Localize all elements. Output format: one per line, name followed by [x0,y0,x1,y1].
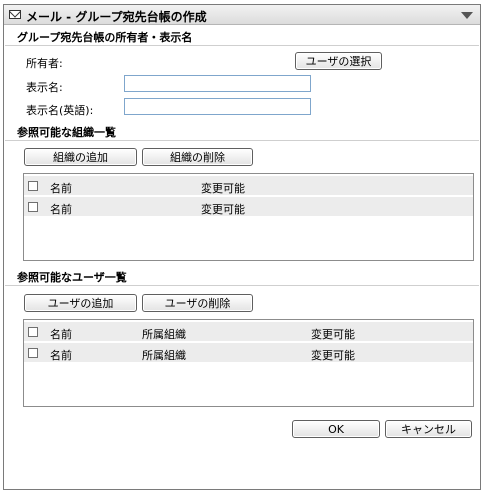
remove-organization-button[interactable]: 組織の削除 [142,148,253,166]
remove-user-button[interactable]: ユーザの削除 [142,294,253,312]
org-name-cell: 名前 [50,182,72,195]
group-address-book-dialog: メール - グループ宛先台帳の作成 グループ宛先台帳の所有者・表示名 所有者: … [3,4,481,490]
dialog-title: メール - グループ宛先台帳の作成 [26,10,207,24]
divider [5,140,479,141]
divider [5,45,479,46]
org-section-heading: 参照可能な組織一覧 [17,126,116,139]
list-item[interactable]: 名前 所属組織 変更可能 [24,343,473,363]
organization-list: 名前 変更可能 名前 変更可能 [23,173,474,261]
user-name-cell: 名前 [50,328,72,341]
user-org-cell: 所属組織 [142,328,186,341]
org-editable-cell: 変更可能 [201,203,245,216]
list-item[interactable]: 名前 変更可能 [24,197,473,217]
display-name-label: 表示名: [26,81,63,94]
list-item[interactable]: 名前 変更可能 [24,176,473,196]
ok-button[interactable]: OK [292,420,380,438]
user-editable-cell: 変更可能 [311,349,355,362]
user-editable-cell: 変更可能 [311,328,355,341]
row-checkbox[interactable] [28,348,38,358]
divider [5,285,479,286]
dialog-titlebar: メール - グループ宛先台帳の作成 [4,5,480,25]
row-checkbox[interactable] [28,202,38,212]
display-name-en-label: 表示名(英語): [26,104,94,117]
owner-label: 所有者: [26,57,63,70]
row-checkbox[interactable] [28,327,38,337]
list-item[interactable]: 名前 所属組織 変更可能 [24,322,473,342]
collapse-triangle-icon[interactable] [461,12,473,19]
mail-icon [9,10,21,19]
owner-section-heading: グループ宛先台帳の所有者・表示名 [17,31,193,44]
user-list: 名前 所属組織 変更可能 名前 所属組織 変更可能 [23,319,474,407]
row-checkbox[interactable] [28,181,38,191]
org-editable-cell: 変更可能 [201,182,245,195]
user-org-cell: 所属組織 [142,349,186,362]
add-user-button[interactable]: ユーザの追加 [24,294,137,312]
display-name-en-input[interactable] [124,98,311,115]
select-user-button[interactable]: ユーザの選択 [295,52,382,70]
user-section-heading: 参照可能なユーザ一覧 [17,271,127,284]
user-name-cell: 名前 [50,349,72,362]
display-name-input[interactable] [124,75,311,92]
cancel-button[interactable]: キャンセル [385,420,472,438]
org-name-cell: 名前 [50,203,72,216]
add-organization-button[interactable]: 組織の追加 [24,148,137,166]
